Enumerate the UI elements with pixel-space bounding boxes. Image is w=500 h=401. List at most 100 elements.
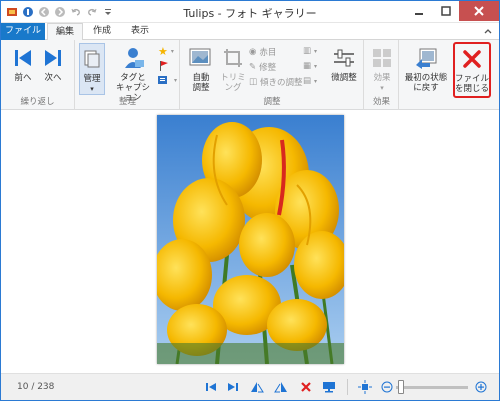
group-label-adjust: 調整 (263, 97, 281, 107)
title-bar: Tulips - フォト ギャラリー (1, 1, 499, 23)
tab-view[interactable]: 表示 (125, 23, 155, 40)
zoom-in-button[interactable] (473, 379, 489, 395)
effect-icon (369, 45, 395, 71)
skip-forward-icon (228, 383, 238, 391)
manage-button[interactable]: 管理 ▾ (79, 43, 105, 95)
color-dropdown-icon: ▾ (314, 62, 318, 70)
exposure-icon: ▥ (303, 46, 312, 56)
photo-viewer (1, 111, 499, 373)
brush-icon: ✎ (249, 62, 257, 72)
effect-label: 効果 (373, 73, 391, 83)
properties-button[interactable]: ▾ (158, 75, 177, 85)
revert-icon (413, 45, 439, 71)
manage-label: 管理 (83, 74, 101, 84)
exposure-dropdown-icon: ▾ (314, 47, 318, 55)
rotate-left-icon (251, 382, 264, 393)
ribbon-tabs: ファイル 編集 作成 表示 (1, 23, 499, 41)
straighten-icon: ◫ (249, 77, 258, 87)
color-icon: ▦ (303, 61, 312, 71)
manage-icon (79, 46, 105, 72)
tab-create[interactable]: 作成 (87, 23, 117, 40)
straighten-button[interactable]: ◫ 傾きの調整 (249, 76, 303, 88)
prev-icon (10, 45, 36, 71)
straighten-label: 傾きの調整 (260, 78, 303, 88)
close-file-icon (459, 46, 485, 72)
exposure-button[interactable]: ▥ ▾ (303, 46, 317, 56)
window-controls (405, 1, 499, 21)
close-window-button[interactable] (459, 1, 499, 21)
ribbon: 前へ 次へ 繰り返し 管理 ▾ タグと キャプション ★ ▾ ▾ 整理 自動 調… (1, 40, 499, 110)
fine-tune-label: 微調整 (331, 73, 357, 83)
zoom-slider-handle[interactable] (398, 380, 404, 394)
group-label-organize: 整理 (118, 97, 136, 107)
zoom-in-icon (475, 381, 487, 393)
status-bar: 10 / 238 (1, 373, 499, 400)
photo-gallery-window: Tulips - フォト ギャラリー ファイル 編集 作成 表示 前へ 次へ 繰… (0, 0, 500, 401)
ribbon-group-repeat: 前へ 次へ 繰り返し (1, 40, 75, 110)
zoom-out-icon (381, 381, 393, 393)
flag-icon (160, 61, 168, 71)
rotate-left-button[interactable] (249, 379, 265, 395)
rating-button[interactable]: ★ ▾ (158, 45, 174, 58)
trim-button[interactable]: トリミ ング (219, 45, 247, 93)
eye-icon: ◉ (249, 47, 257, 57)
effect-dropdown-icon: ▾ (380, 84, 384, 92)
crop-icon (220, 45, 246, 71)
auto-adjust-icon (188, 45, 214, 71)
close-file-button[interactable]: ファイル を閉じる (453, 42, 491, 98)
maximize-button[interactable] (432, 1, 459, 21)
manage-dropdown-icon: ▾ (90, 85, 94, 93)
revert-label: 最初の状態 に戻す (404, 73, 448, 93)
rating-dropdown-icon: ▾ (170, 48, 174, 55)
fine-tune-button[interactable]: 微調整 (327, 45, 361, 83)
group-label-effect: 効果 (372, 97, 390, 107)
tulips-photo[interactable] (157, 115, 344, 364)
actual-size-button[interactable] (357, 379, 373, 395)
slideshow-button[interactable] (321, 379, 337, 395)
properties-dropdown-icon: ▾ (174, 76, 178, 84)
tab-edit[interactable]: 編集 (47, 23, 83, 41)
fine-tune-icon (331, 45, 357, 71)
properties-list-icon (158, 76, 167, 84)
first-image-button[interactable] (203, 379, 219, 395)
noise-button[interactable]: ▤ ▾ (303, 76, 317, 86)
star-icon: ★ (158, 45, 168, 58)
minimize-button[interactable] (405, 1, 432, 21)
effect-button[interactable]: 効果 ▾ (368, 45, 396, 93)
tab-file[interactable]: ファイル (1, 23, 45, 40)
next-label: 次へ (44, 73, 62, 83)
image-counter: 10 / 238 (17, 382, 55, 392)
zoom-out-button[interactable] (379, 379, 395, 395)
skip-back-icon (206, 383, 216, 391)
actual-size-icon (358, 380, 372, 394)
retouch-label: 修整 (259, 63, 277, 73)
flag-button[interactable] (158, 60, 169, 71)
prev-label: 前へ (14, 73, 32, 83)
prev-button[interactable]: 前へ (9, 45, 37, 83)
trim-label: トリミ ング (220, 73, 246, 93)
zoom-slider-track[interactable] (396, 386, 468, 389)
ribbon-group-effect: 効果 ▾ 効果 (365, 40, 399, 110)
rotate-right-icon (274, 382, 287, 393)
status-separator (347, 379, 348, 395)
color-button[interactable]: ▦ ▾ (303, 61, 317, 71)
next-button[interactable]: 次へ (39, 45, 67, 83)
auto-adjust-button[interactable]: 自動 調整 (185, 45, 217, 93)
revert-button[interactable]: 最初の状態 に戻す (403, 45, 449, 93)
noise-dropdown-icon: ▾ (314, 77, 318, 85)
delete-icon (301, 382, 311, 392)
slideshow-icon (323, 382, 335, 393)
auto-adjust-label: 自動 調整 (192, 73, 210, 93)
delete-button[interactable] (298, 379, 314, 395)
ribbon-group-organize: 管理 ▾ タグと キャプション ★ ▾ ▾ 整理 (76, 40, 180, 110)
ribbon-collapse-icon[interactable] (483, 26, 493, 36)
redeye-button[interactable]: ◉ 赤目 (249, 46, 276, 58)
noise-icon: ▤ (303, 76, 312, 86)
next-icon (40, 45, 66, 71)
tag-person-icon (120, 45, 146, 71)
next-image-button[interactable] (225, 379, 241, 395)
ribbon-group-adjust: 自動 調整 トリミ ング ◉ 赤目 ✎ 修整 ◫ 傾きの調整 ▥ ▾ ▦ ▾ ▤… (181, 40, 364, 110)
group-label-repeat: 繰り返し (20, 97, 55, 107)
rotate-right-button[interactable] (273, 379, 289, 395)
retouch-button[interactable]: ✎ 修整 (249, 61, 276, 73)
